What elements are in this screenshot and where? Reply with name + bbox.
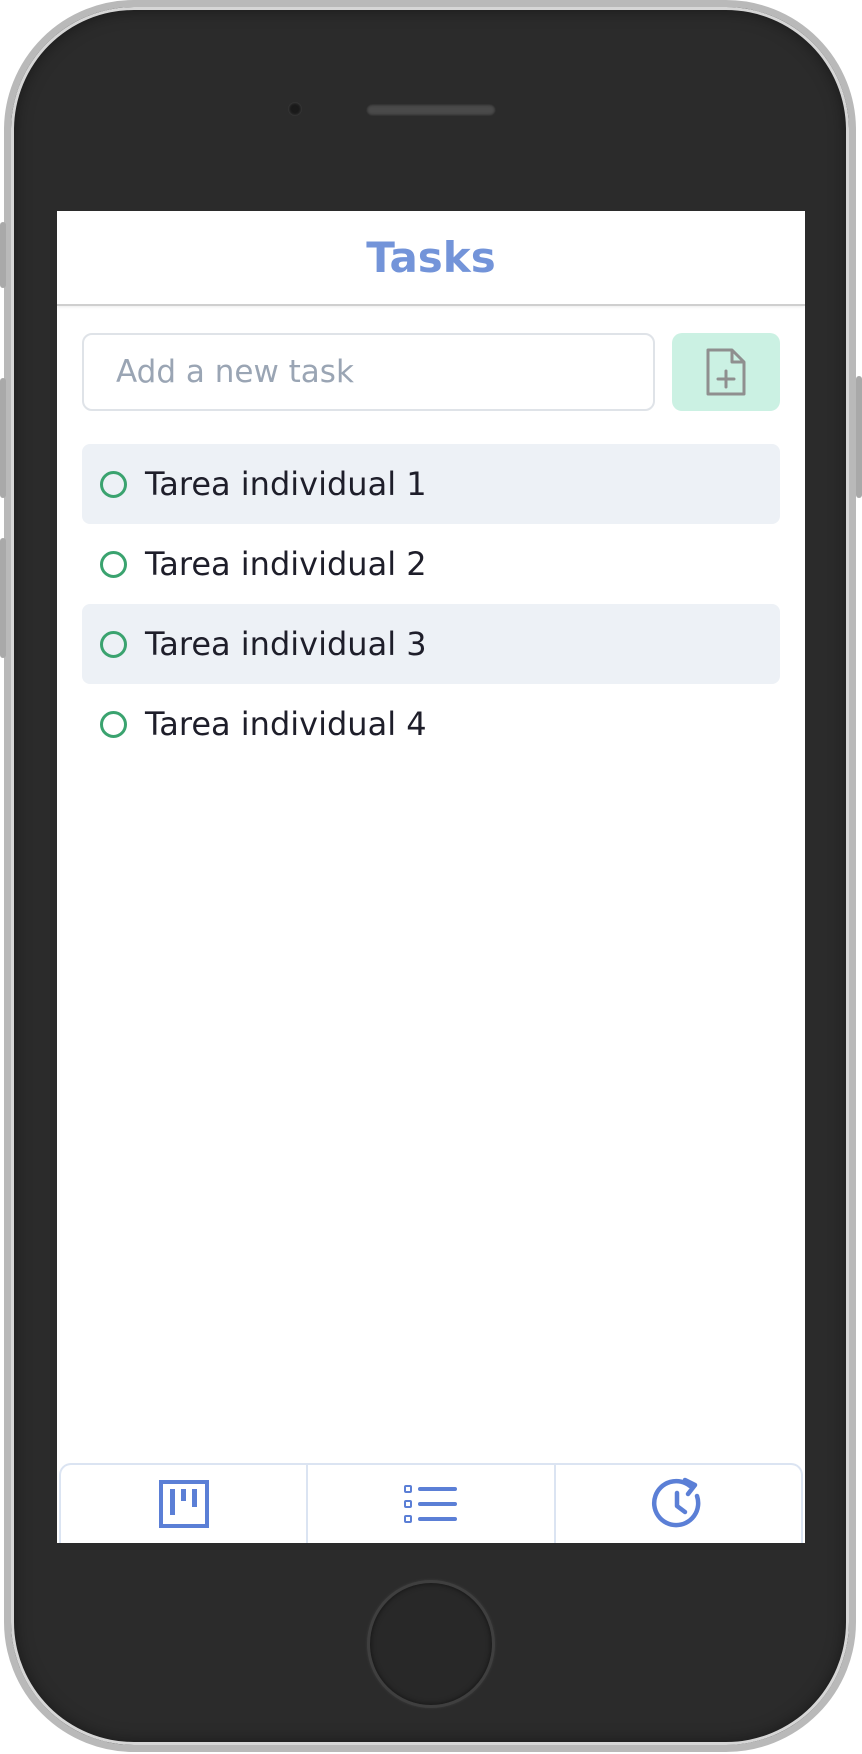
kanban-board-icon <box>158 1480 209 1528</box>
silent-switch <box>0 222 6 288</box>
task-label: Tarea individual 3 <box>145 625 427 663</box>
history-clock-icon <box>652 1477 701 1528</box>
tab-board[interactable] <box>61 1465 306 1543</box>
app-screen: Tasks Tarea individual 1 Tarea individua… <box>57 211 805 1543</box>
page-title: Tasks <box>366 233 496 282</box>
new-task-input[interactable] <box>82 333 655 411</box>
bottom-nav <box>59 1463 803 1543</box>
task-item[interactable]: Tarea individual 2 <box>82 524 780 604</box>
task-list: Tarea individual 1 Tarea individual 2 Ta… <box>82 444 780 764</box>
front-camera <box>288 102 302 116</box>
task-label: Tarea individual 1 <box>145 465 427 503</box>
tab-list[interactable] <box>306 1465 553 1543</box>
task-item[interactable]: Tarea individual 4 <box>82 684 780 764</box>
tab-history[interactable] <box>553 1465 801 1543</box>
app-header: Tasks <box>57 211 805 306</box>
task-checkbox[interactable] <box>100 630 127 658</box>
earpiece-speaker <box>366 104 496 116</box>
list-icon <box>403 1485 457 1523</box>
task-checkbox[interactable] <box>100 550 127 578</box>
power-button <box>856 376 862 498</box>
task-checkbox[interactable] <box>100 710 127 738</box>
volume-up-button <box>0 378 6 498</box>
add-task-button[interactable] <box>672 333 780 411</box>
task-label: Tarea individual 2 <box>145 545 427 583</box>
task-item[interactable]: Tarea individual 1 <box>82 444 780 524</box>
task-checkbox[interactable] <box>100 470 127 498</box>
task-label: Tarea individual 4 <box>145 705 427 743</box>
volume-down-button <box>0 538 6 658</box>
task-item[interactable]: Tarea individual 3 <box>82 604 780 684</box>
file-plus-icon <box>706 348 746 396</box>
home-button[interactable] <box>367 1580 495 1708</box>
